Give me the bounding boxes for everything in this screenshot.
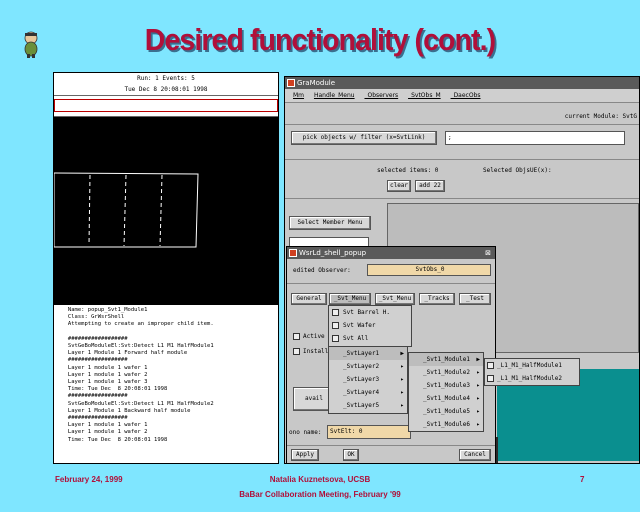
install-checkbox[interactable] — [293, 348, 300, 355]
selected-items-label: selected items: 0 — [377, 167, 439, 174]
tab-tracks[interactable]: _Tracks — [419, 293, 455, 305]
menu-item-layer1[interactable]: _SvtLayer1 ▶ — [329, 347, 407, 360]
menu-item-svt-barrel[interactable]: Svt Barrel H. — [329, 306, 411, 319]
apply-button[interactable]: Apply — [291, 449, 319, 461]
add-button[interactable]: add 22 — [415, 180, 445, 192]
menu-daecobs[interactable]: _DaecObs — [451, 92, 481, 99]
pick-value-field[interactable]: ; — [445, 131, 625, 145]
svt-menu-dropdown: Svt Barrel H. Svt Wafer Svt All — [328, 305, 412, 347]
detector-view[interactable] — [53, 117, 278, 305]
window-menu-icon[interactable] — [289, 249, 297, 257]
cancel-button[interactable]: Cancel — [459, 449, 491, 461]
menu-observers[interactable]: _Observers — [365, 92, 399, 99]
menu-svtobs[interactable]: _SvtObs_M — [408, 92, 441, 99]
menu-item-svt-wafer[interactable]: Svt Wafer — [329, 319, 411, 332]
menu-item-module5[interactable]: _Svt1_Module5 ▸ — [409, 405, 483, 418]
footer-author: Natalia Kuznetsova, UCSB — [269, 475, 371, 484]
menu-item-module3[interactable]: _Svt1_Module3 ▸ — [409, 379, 483, 392]
active-label: Active — [303, 333, 325, 340]
popup-titlebar[interactable]: WsrLd_shell_popup ⊠ — [287, 247, 495, 259]
tab-svt-menu-2[interactable]: _Svt_Menu — [375, 293, 415, 305]
name-label: ono name: — [289, 429, 322, 436]
edited-observer-field[interactable]: SvtObs_0 — [367, 264, 491, 276]
tab-svt-menu[interactable]: _Svt_Menu — [329, 293, 371, 305]
layer-menu: _SvtLayer1 ▶ _SvtLayer2 ▸ _SvtLayer3 ▸ _Svt… — [328, 346, 408, 414]
gramodule-titlebar[interactable]: GraModule — [285, 77, 639, 89]
page-number: 7 — [580, 475, 585, 484]
menu-item-layer3[interactable]: _SvtLayer3 ▸ — [329, 373, 407, 386]
display-toolbar[interactable] — [54, 95, 278, 117]
display-header: Run: 1 Events: 5 Tue Dec 8 20:08:01 1998 — [54, 73, 278, 95]
select-member-button[interactable]: Select Member Menu — [289, 216, 371, 230]
menu-item-halfmodule2[interactable]: _L1_M1_HalfModule2 — [485, 372, 579, 385]
active-checkbox[interactable] — [293, 333, 300, 340]
edited-observer-label: edited Observer: — [293, 267, 351, 274]
gramodule-menubar: Mm Handle_Menu _Observers _SvtObs_M _Dae… — [285, 89, 639, 103]
menu-item-module1[interactable]: _Svt1_Module1 ▶ — [409, 353, 483, 366]
halfmodule-menu: _L1_M1_HalfModule1 _L1_M1_HalfModule2 — [484, 358, 580, 386]
window-menu-icon[interactable] — [287, 79, 295, 87]
menu-item-halfmodule1[interactable]: _L1_M1_HalfModule1 — [485, 359, 579, 372]
close-icon[interactable]: ⊠ — [485, 247, 491, 259]
menu-item-layer2[interactable]: _SvtLayer2 ▸ — [329, 360, 407, 373]
event-display-window: Run: 1 Events: 5 Tue Dec 8 20:08:01 1998… — [53, 72, 279, 464]
module-menu: _Svt1_Module1 ▶ _Svt1_Module2 ▸ _Svt1_Modu… — [408, 352, 484, 432]
pick-objects-button[interactable]: pick objects w/ filter (x=SvtLink) — [291, 131, 437, 145]
install-label: Install — [303, 348, 329, 355]
svt-wafer-drawing — [53, 172, 199, 248]
menu-item-svt-all[interactable]: Svt All — [329, 332, 411, 345]
footer-meeting: BaBar Collaboration Meeting, February '9… — [239, 490, 401, 499]
menu-item-module2[interactable]: _Svt1_Module2 ▸ — [409, 366, 483, 379]
ok-button[interactable]: OK — [343, 449, 359, 461]
name-field[interactable]: SvtElt: 0 — [327, 425, 411, 439]
run-events-label: Run: 1 Events: 5 — [137, 75, 195, 82]
menu-item-layer4[interactable]: _SvtLayer4 ▸ — [329, 386, 407, 399]
menu-item-module6[interactable]: _Svt1_Module6 ▸ — [409, 418, 483, 431]
tab-general[interactable]: General — [291, 293, 327, 305]
menu-mm[interactable]: Mm — [293, 92, 304, 99]
datetime-label: Tue Dec 8 20:08:01 1998 — [124, 86, 208, 93]
slide-title: Desired functionality (cont.) — [144, 22, 496, 57]
selected-objects-label: Selected ObjsUE(x): — [483, 167, 552, 174]
clear-button[interactable]: clear — [387, 180, 411, 192]
output-log: Name: popup_Svt1_Module1 Class: GrWsrShe… — [67, 307, 214, 443]
tab-test[interactable]: _Test — [459, 293, 491, 305]
menu-handle[interactable]: Handle_Menu — [314, 92, 355, 99]
popup-title: WsrLd_shell_popup — [299, 249, 367, 257]
menu-item-module4[interactable]: _Svt1_Module4 ▸ — [409, 392, 483, 405]
gramodule-title: GraModule — [297, 79, 336, 87]
menu-item-layer5[interactable]: _SvtLayer5 ▸ — [329, 399, 407, 412]
current-module-label: current Module: SvtG — [564, 113, 637, 120]
